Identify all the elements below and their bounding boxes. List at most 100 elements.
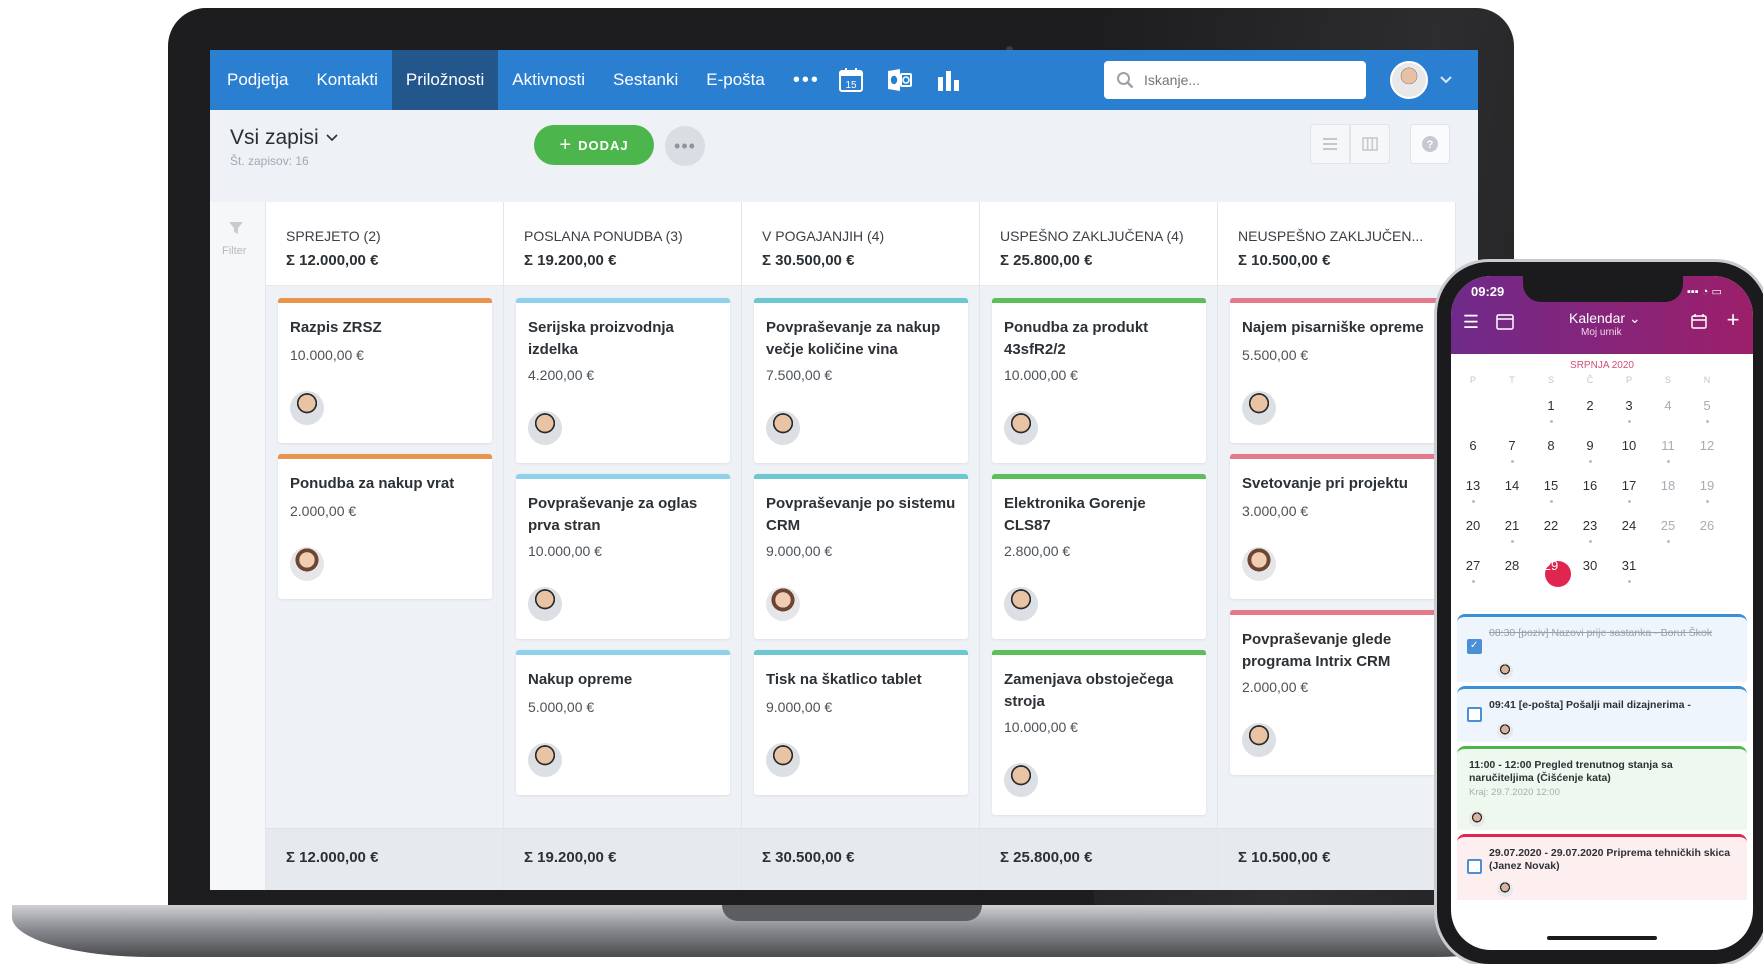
calendar-day[interactable]: 3 bbox=[1610, 398, 1648, 413]
assignee-avatar[interactable] bbox=[1004, 587, 1038, 621]
assignee-avatar[interactable] bbox=[1242, 391, 1276, 425]
calendar-day[interactable]: 30 bbox=[1571, 558, 1609, 573]
opportunity-card[interactable]: Zamenjava obstoječega stroja 10.000,00 € bbox=[992, 650, 1206, 815]
calendar-day[interactable]: 18 bbox=[1649, 478, 1687, 493]
nav-tab[interactable]: Sestanki bbox=[599, 50, 692, 110]
nav-tab[interactable]: E-pošta bbox=[692, 50, 779, 110]
menu-icon[interactable]: ☰ bbox=[1459, 312, 1483, 333]
calendar-day[interactable]: 16 bbox=[1571, 478, 1609, 493]
agenda-checkbox[interactable]: ✓ bbox=[1467, 639, 1482, 654]
column-footer-sum: Σ 25.800,00 € bbox=[1000, 849, 1093, 866]
assignee-avatar[interactable] bbox=[1004, 411, 1038, 445]
calendar-day[interactable]: 29 bbox=[1532, 558, 1570, 573]
calendar-day[interactable]: 25 bbox=[1649, 518, 1687, 533]
assignee-avatar[interactable] bbox=[1004, 763, 1038, 797]
opportunity-card[interactable]: Nakup opreme 5.000,00 € bbox=[516, 650, 730, 795]
opportunity-card[interactable]: Svetovanje pri projektu 3.000,00 € bbox=[1230, 454, 1444, 599]
outlook-icon[interactable] bbox=[882, 63, 916, 97]
filter-panel[interactable]: Filter bbox=[210, 202, 266, 890]
assignee-avatar[interactable] bbox=[528, 411, 562, 445]
today-icon[interactable] bbox=[1687, 312, 1711, 335]
calendar-day[interactable]: 8 bbox=[1532, 438, 1570, 453]
assignee-avatar[interactable] bbox=[290, 547, 324, 581]
calendar-day[interactable]: 11 bbox=[1649, 438, 1687, 453]
card-title: Povpraševanje za oglas prva stran bbox=[528, 495, 698, 534]
opportunity-card[interactable]: Povpraševanje glede programa Intrix CRM 2… bbox=[1230, 610, 1444, 775]
search-box[interactable] bbox=[1104, 61, 1366, 99]
calendar-day[interactable]: 28 bbox=[1493, 558, 1531, 573]
calendar-day[interactable]: 4 bbox=[1649, 398, 1687, 413]
chevron-down-icon[interactable] bbox=[1439, 72, 1453, 91]
assignee-avatar[interactable] bbox=[290, 391, 324, 425]
agenda-item[interactable]: ✓ 08:30 [poziv] Nazovi prije sastanka - B… bbox=[1457, 614, 1747, 682]
calendar-day[interactable]: 10 bbox=[1610, 438, 1648, 453]
assignee-avatar[interactable] bbox=[528, 743, 562, 777]
agenda-text: 09:41 [e-pošta] Pošalji mail dizajnerima… bbox=[1489, 699, 1691, 711]
nav-more-button[interactable]: ••• bbox=[779, 69, 834, 92]
search-input[interactable] bbox=[1144, 72, 1334, 88]
calendar-day[interactable]: 20 bbox=[1454, 518, 1492, 533]
view-selector[interactable]: Vsi zapisi bbox=[230, 126, 339, 150]
add-button[interactable]: + DODAJ bbox=[534, 125, 654, 165]
opportunity-card[interactable]: Povpraševanje za nakup večje količine vi… bbox=[754, 298, 968, 463]
calendar-day[interactable]: 12 bbox=[1688, 438, 1726, 453]
nav-tab[interactable]: Podjetja bbox=[213, 50, 302, 110]
assignee-avatar[interactable] bbox=[766, 587, 800, 621]
list-view-button[interactable] bbox=[1310, 124, 1350, 164]
board-view-button[interactable] bbox=[1350, 124, 1390, 164]
calendar-day[interactable]: 6 bbox=[1454, 438, 1492, 453]
calendar-day[interactable]: 1 bbox=[1532, 398, 1570, 413]
calendar-day[interactable]: 13 bbox=[1454, 478, 1492, 493]
agenda-item[interactable]: 09:41 [e-pošta] Pošalji mail dizajnerima… bbox=[1457, 686, 1747, 742]
calendar-day[interactable]: 26 bbox=[1688, 518, 1726, 533]
nav-tab[interactable]: Aktivnosti bbox=[498, 50, 599, 110]
opportunity-card[interactable]: Ponudba za nakup vrat 2.000,00 € bbox=[278, 454, 492, 599]
assignee-avatar[interactable] bbox=[766, 411, 800, 445]
opportunity-card[interactable]: Najem pisarniške opreme 5.500,00 € bbox=[1230, 298, 1444, 443]
calendar-day[interactable]: 9 bbox=[1571, 438, 1609, 453]
assignee-avatar[interactable] bbox=[1242, 547, 1276, 581]
assignee-avatar[interactable] bbox=[528, 587, 562, 621]
more-actions-button[interactable]: ••• bbox=[665, 126, 705, 166]
calendar-day[interactable]: 7 bbox=[1493, 438, 1531, 453]
user-avatar[interactable] bbox=[1390, 61, 1428, 99]
calendar-day[interactable]: 27 bbox=[1454, 558, 1492, 573]
calendar-icon[interactable] bbox=[1493, 312, 1517, 335]
calendar-day[interactable]: 24 bbox=[1610, 518, 1648, 533]
calendar-day[interactable]: 23 bbox=[1571, 518, 1609, 533]
opportunity-card[interactable]: Serijska proizvodnja izdelka 4.200,00 € bbox=[516, 298, 730, 463]
phone-title[interactable]: Kalendar ⌄ bbox=[1569, 310, 1641, 327]
calendar-day[interactable]: 14 bbox=[1493, 478, 1531, 493]
phone: 09:29 ▪▪▪ ◔ ▭ ☰ Kalendar ⌄ Moj urnik + S… bbox=[1437, 262, 1763, 964]
opportunity-card[interactable]: Povpraševanje po sistemu CRM 9.000,00 € bbox=[754, 474, 968, 639]
plus-icon[interactable]: + bbox=[1721, 307, 1745, 333]
assignee-avatar[interactable] bbox=[766, 743, 800, 777]
calendar-day[interactable]: 15 bbox=[1532, 478, 1570, 493]
nav-tab[interactable]: Priložnosti bbox=[391, 50, 499, 110]
agenda-item[interactable]: 29.07.2020 - 29.07.2020 Priprema tehničk… bbox=[1457, 834, 1747, 900]
calendar-icon[interactable]: 15 bbox=[834, 63, 868, 97]
opportunity-card[interactable]: Ponudba za produkt 43sfR2/2 10.000,00 € bbox=[992, 298, 1206, 463]
calendar-day[interactable]: 17 bbox=[1610, 478, 1648, 493]
opportunity-card[interactable]: Tisk na škatlico tablet 9.000,00 € bbox=[754, 650, 968, 795]
top-nav: Podjetja Kontakti Priložnosti Aktivnosti Ses… bbox=[210, 50, 1478, 110]
agenda-checkbox[interactable] bbox=[1467, 707, 1482, 722]
bar-chart-icon[interactable] bbox=[932, 63, 966, 97]
nav-tab[interactable]: Kontakti bbox=[302, 50, 391, 110]
opportunity-card[interactable]: Razpis ZRSZ 10.000,00 € bbox=[278, 298, 492, 443]
agenda-checkbox[interactable] bbox=[1467, 859, 1482, 874]
calendar-day[interactable]: 31 bbox=[1610, 558, 1648, 573]
calendar-day[interactable]: 5 bbox=[1688, 398, 1726, 413]
calendar-day[interactable]: 21 bbox=[1493, 518, 1531, 533]
card-value: 3.000,00 € bbox=[1242, 503, 1309, 519]
opportunity-card[interactable]: Povpraševanje za oglas prva stran 10.000,… bbox=[516, 474, 730, 639]
agenda-item[interactable]: 11:00 - 12:00 Pregled trenutnog stanja s… bbox=[1457, 746, 1747, 830]
assignee-avatar[interactable] bbox=[1242, 723, 1276, 757]
calendar-day[interactable]: 2 bbox=[1571, 398, 1609, 413]
card-value: 2.000,00 € bbox=[1242, 679, 1309, 695]
calendar-day[interactable]: 19 bbox=[1688, 478, 1726, 493]
calendar-day[interactable]: 22 bbox=[1532, 518, 1570, 533]
opportunity-card[interactable]: Elektronika Gorenje CLS87 2.800,00 € bbox=[992, 474, 1206, 639]
card-value: 2.800,00 € bbox=[1004, 543, 1071, 559]
help-button[interactable]: ? bbox=[1410, 124, 1450, 164]
